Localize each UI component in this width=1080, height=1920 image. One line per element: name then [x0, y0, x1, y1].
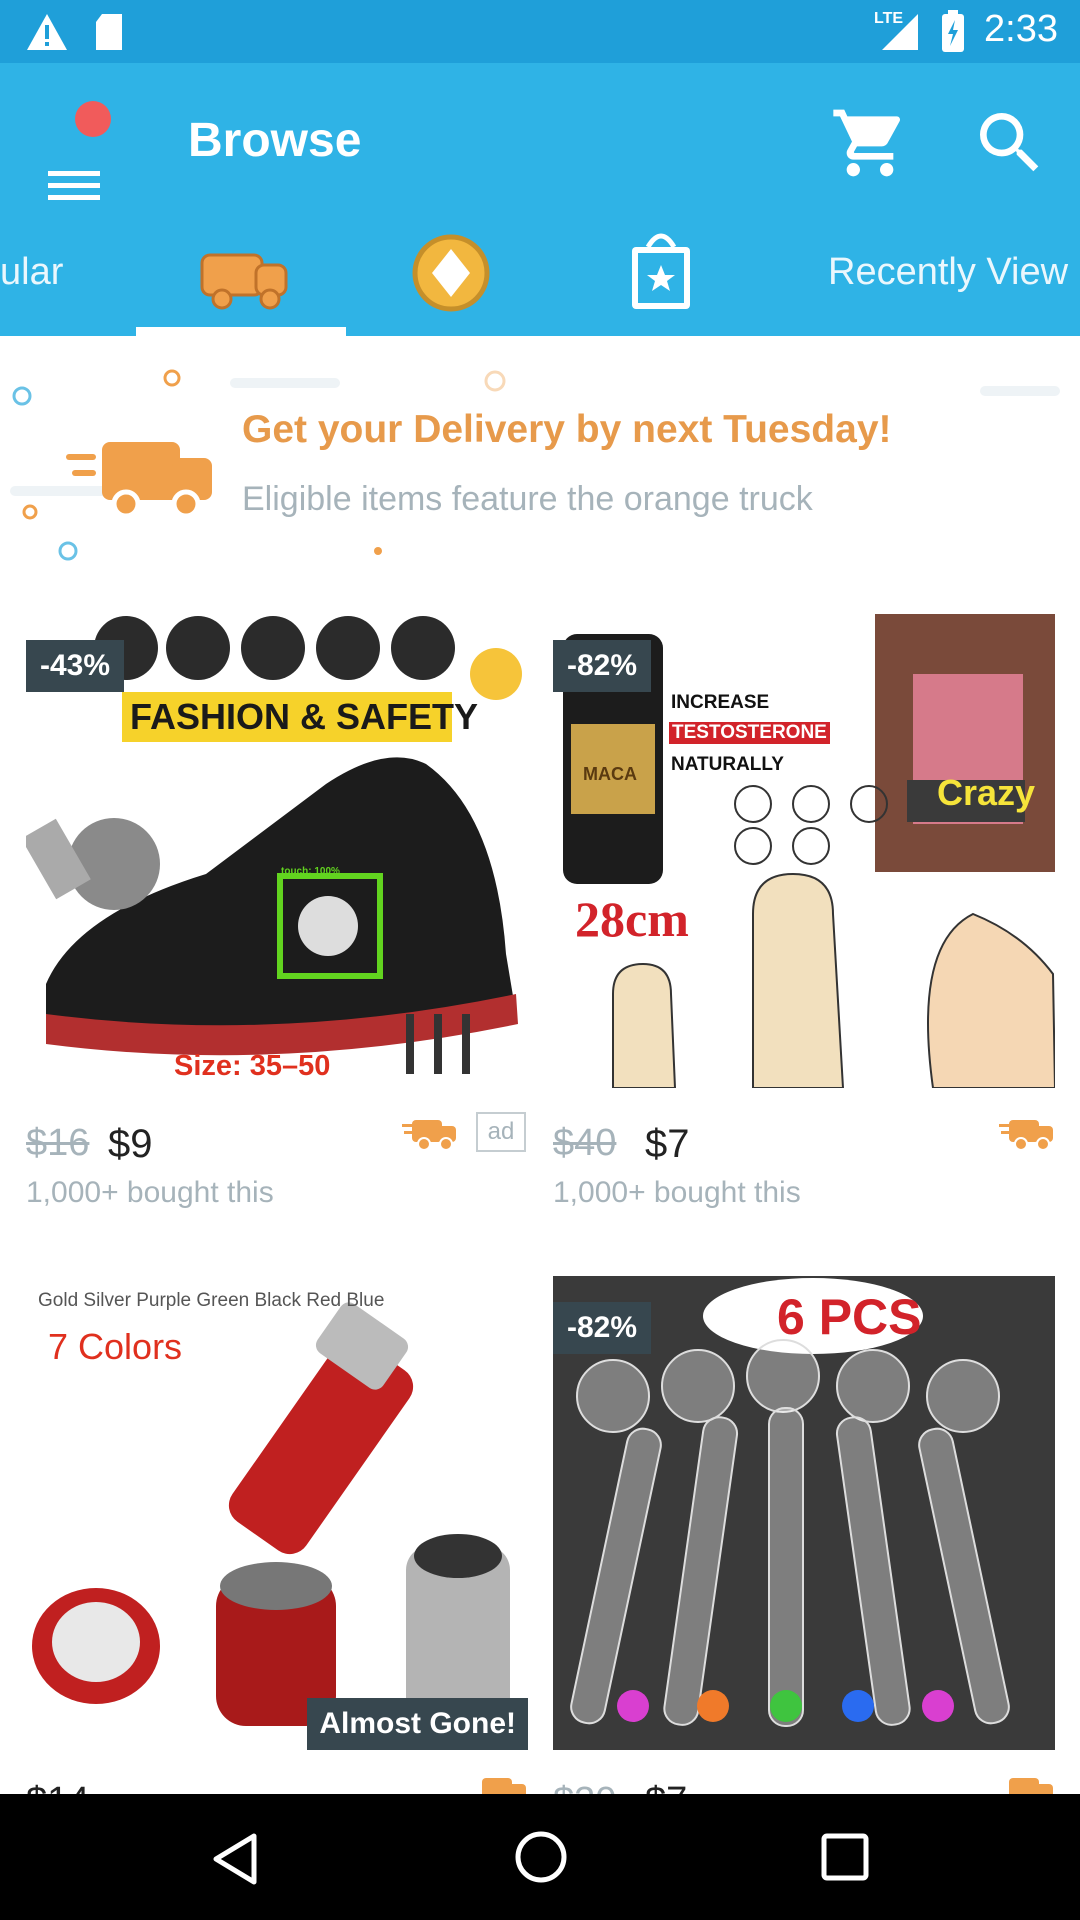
coin-icon [412, 234, 490, 312]
delivery-truck-icon [200, 253, 288, 310]
tab-fast-delivery[interactable] [196, 213, 292, 333]
bought-count: 1,000+ bought this [553, 1176, 801, 1209]
back-icon[interactable] [210, 1832, 260, 1886]
image-text-touch: touch: 100% [281, 866, 340, 877]
discount-badge: -43% [26, 640, 125, 692]
status-time: 2:33 [984, 8, 1058, 50]
delivery-truck-icon [402, 1120, 456, 1151]
bought-count: 1,000+ bought this [26, 1176, 274, 1209]
image-text-seven-colors: 7 Colors [48, 1326, 183, 1367]
home-icon[interactable] [514, 1830, 568, 1884]
orange-truck-icon [66, 442, 212, 519]
image-text-size: Size: 35–50 [174, 1050, 331, 1082]
search-button[interactable] [970, 103, 1050, 183]
image-text-naturally: NATURALLY [671, 754, 784, 775]
image-text-crazy: Crazy [937, 772, 1036, 813]
original-price: $16 [26, 1122, 90, 1164]
discount-badge: -82% [553, 640, 652, 692]
image-text-testosterone: TESTOSTERONE [669, 722, 830, 744]
status-bar: LTE 2:33 [0, 0, 1080, 63]
category-tabs: ular Recently View [0, 233, 1080, 336]
shopping-bag-icon [632, 233, 690, 309]
tab-popular[interactable]: ular [0, 251, 63, 294]
image-text-length: 28cm [575, 891, 689, 947]
tab-wishlist[interactable] [628, 213, 694, 333]
recents-icon[interactable] [820, 1832, 870, 1882]
original-price: $40 [553, 1122, 617, 1164]
warning-icon [27, 14, 67, 50]
sd-card-icon [96, 14, 122, 50]
page-title: Browse [188, 114, 362, 167]
tab-recently-viewed[interactable]: Recently View [828, 251, 1068, 294]
sale-price-partial: $7 [645, 1780, 687, 1794]
signal-icon [882, 14, 918, 50]
image-text-title: FASHION & SAFETY [130, 696, 479, 737]
image-text-maca: MACA [583, 764, 637, 784]
original-price-partial: $30 [553, 1780, 616, 1794]
sale-price: $9 [108, 1122, 153, 1166]
notification-dot [75, 101, 111, 137]
system-nav-bar [0, 1794, 1080, 1920]
product-image[interactable]: Gold Silver Purple Green Black Red Blue … [26, 1276, 528, 1750]
search-icon [980, 113, 1039, 172]
tab-rewards[interactable] [410, 213, 492, 333]
delivery-banner[interactable]: Get your Delivery by next Tuesday! Eligi… [0, 336, 1080, 576]
delivery-truck-icon [999, 1120, 1053, 1151]
discount-badge: -82% [553, 1302, 652, 1354]
image-text-increase: INCREASE [671, 692, 770, 713]
tab-indicator [136, 327, 346, 336]
cart-icon [833, 109, 901, 177]
image-text-colors-list: Gold Silver Purple Green Black Red Blue [38, 1290, 385, 1311]
image-text-pieces: 6 PCS [777, 1289, 922, 1345]
sale-price-partial: $14 [26, 1780, 89, 1794]
battery-icon [942, 10, 964, 52]
sale-price: $7 [645, 1122, 690, 1166]
cart-button[interactable] [830, 103, 910, 183]
banner-title: Get your Delivery by next Tuesday! [242, 408, 892, 451]
banner-subtitle: Eligible items feature the orange truck [242, 480, 813, 518]
app-bar: Browse [0, 63, 1080, 273]
ad-label: ad [476, 1112, 526, 1152]
almost-gone-label: Almost Gone! [307, 1698, 528, 1750]
